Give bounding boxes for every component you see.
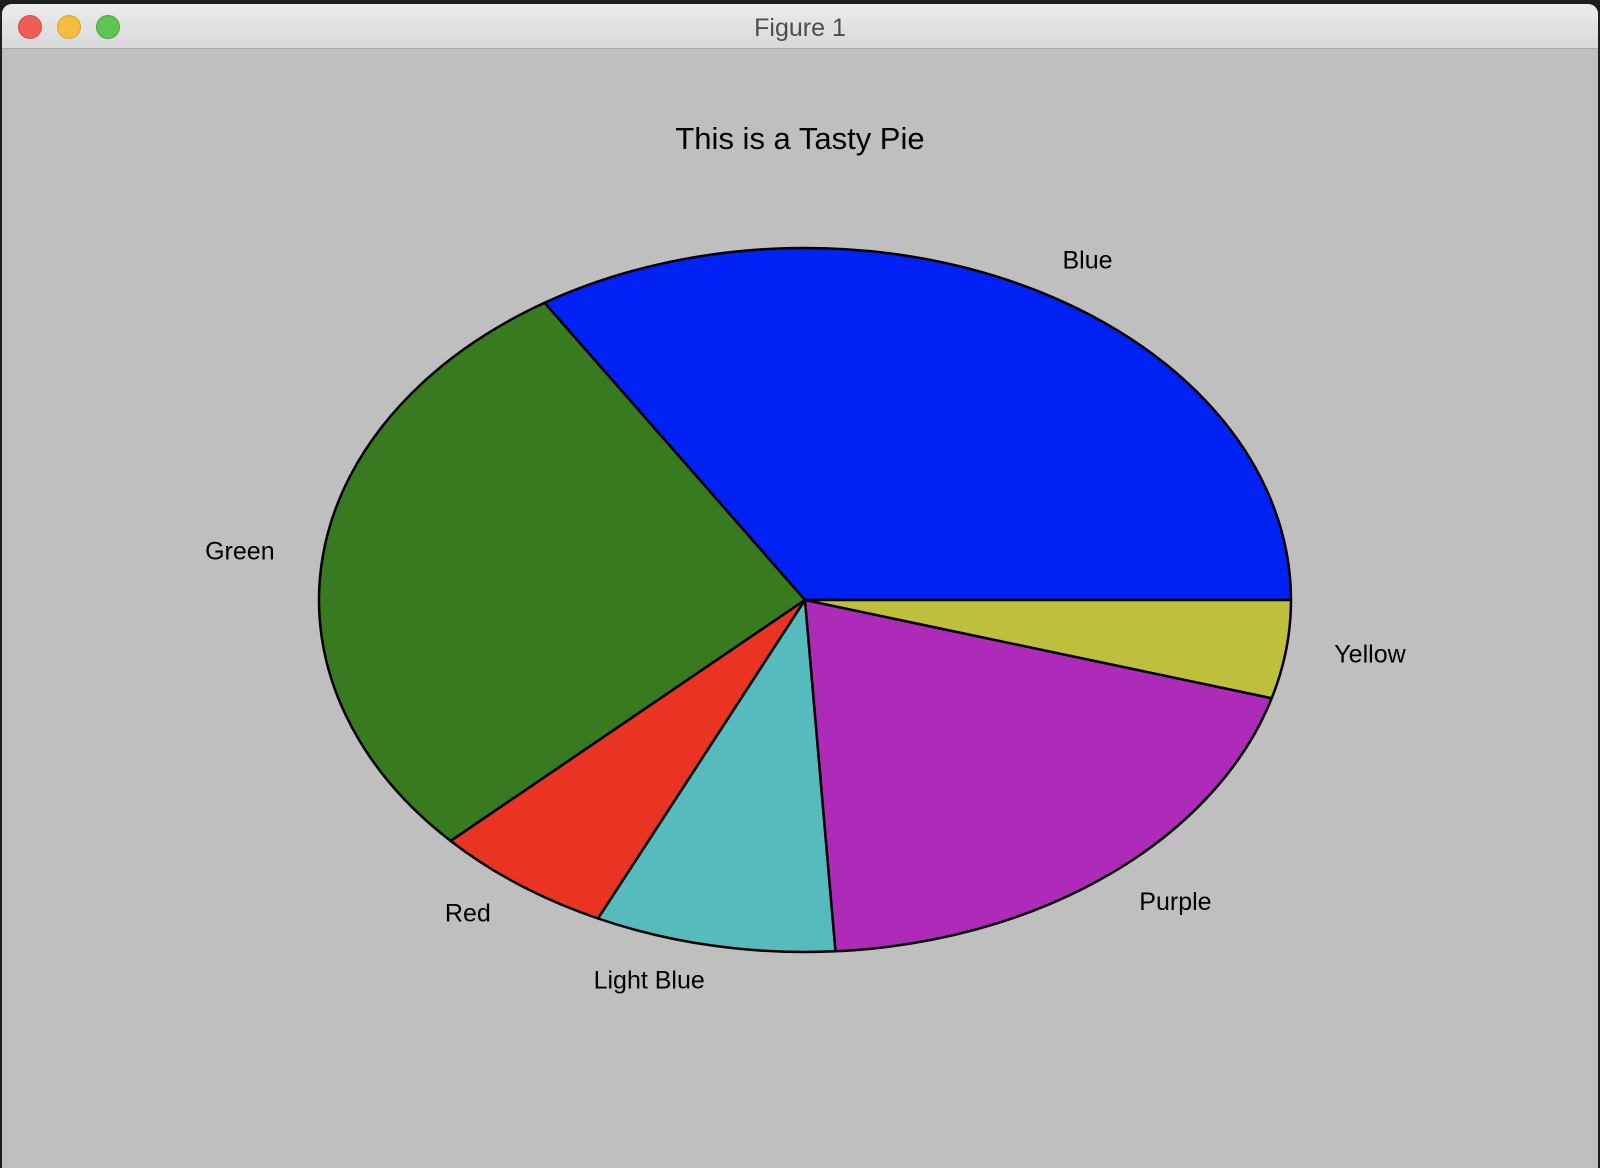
pie-label-light-blue: Light Blue: [594, 966, 705, 994]
title-bar[interactable]: Figure 1: [2, 4, 1598, 49]
pie-chart: Blue Green Red Light Blue Purple Yellow: [205, 246, 1406, 995]
window-title: Figure 1: [754, 14, 846, 42]
pie-label-red: Red: [445, 899, 491, 927]
figure-window: Figure 1 This is a Tasty Pie Blue Green Re…: [2, 4, 1598, 1168]
pie-wedges: [317, 246, 1293, 954]
pie-label-purple: Purple: [1139, 888, 1211, 916]
pie-label-blue: Blue: [1063, 247, 1113, 275]
pie-label-yellow: Yellow: [1334, 641, 1406, 669]
figure-canvas: This is a Tasty Pie Blue Green Red Light Bl…: [2, 49, 1598, 1168]
pie-label-green: Green: [205, 538, 274, 566]
